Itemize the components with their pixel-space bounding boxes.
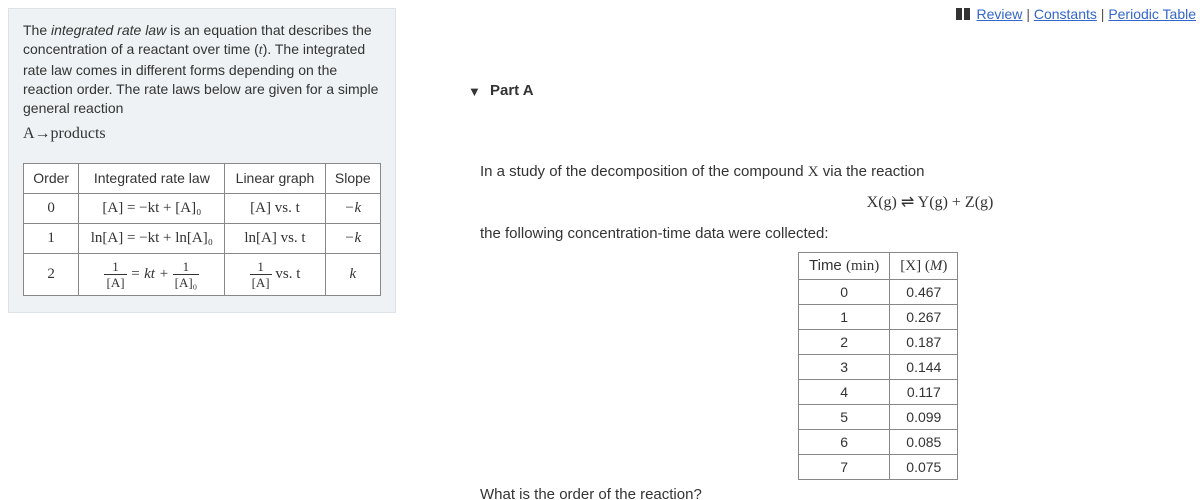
cell-law: 1[A] = kt + 1[A]₀ — [79, 253, 225, 295]
review-icon — [956, 7, 970, 23]
cell-order: 1 — [24, 223, 79, 253]
concentration-data-table: Time (min) [X] (M) 00.467 10.267 20.187 … — [798, 252, 958, 480]
cell-time: 7 — [799, 455, 890, 480]
periodic-table-link[interactable]: Periodic Table — [1108, 6, 1196, 22]
cell-slope: k — [325, 253, 380, 295]
part-collapse-toggle[interactable]: ▼ — [468, 84, 481, 99]
cell-order: 0 — [24, 193, 79, 223]
th-conc: [X] (M) — [890, 253, 958, 280]
cell-conc: 0.117 — [890, 380, 958, 405]
th-slope: Slope — [325, 164, 380, 194]
cell-conc: 0.187 — [890, 330, 958, 355]
cell-graph: 1[A] vs. t — [225, 253, 325, 295]
prompt-text: via the reaction — [819, 163, 925, 180]
cell-conc: 0.267 — [890, 305, 958, 330]
intro-italic-term: integrated rate law — [51, 22, 166, 38]
table-row: 2 1[A] = kt + 1[A]₀ 1[A] vs. t k — [24, 253, 381, 295]
rate-law-table: Order Integrated rate law Linear graph S… — [23, 163, 381, 296]
cell-time: 1 — [799, 305, 890, 330]
prompt-var-x: X — [808, 164, 819, 180]
th-graph: Linear graph — [225, 164, 325, 194]
review-link[interactable]: Review — [977, 6, 1023, 22]
intro-text: The integrated rate law is an equation t… — [23, 21, 381, 145]
cell-time: 5 — [799, 405, 890, 430]
constants-link[interactable]: Constants — [1034, 6, 1097, 22]
cell-conc: 0.467 — [890, 280, 958, 305]
prompt-text: In a study of the decomposition of the c… — [480, 163, 808, 180]
table-row: 50.099 — [799, 405, 958, 430]
cell-conc: 0.075 — [890, 455, 958, 480]
cell-time: 4 — [799, 380, 890, 405]
table-row: 40.117 — [799, 380, 958, 405]
cell-law: ln[A] = −kt + ln[A]₀ — [79, 223, 225, 253]
cell-graph: [A] vs. t — [225, 193, 325, 223]
cell-conc: 0.085 — [890, 430, 958, 455]
table-row: 10.267 — [799, 305, 958, 330]
intro-reaction: A→products — [23, 123, 381, 145]
th-law: Integrated rate law — [79, 164, 225, 194]
cell-conc: 0.144 — [890, 355, 958, 380]
cutoff-question: What is the order of the reaction? — [480, 486, 702, 500]
intro-panel: The integrated rate law is an equation t… — [8, 8, 396, 313]
cell-time: 6 — [799, 430, 890, 455]
cell-law: [A] = −kt + [A]₀ — [79, 193, 225, 223]
cell-graph: ln[A] vs. t — [225, 223, 325, 253]
prompt-reaction-equation: X(g) ⇌ Y(g) + Z(g) — [480, 190, 1180, 216]
cell-time: 2 — [799, 330, 890, 355]
cell-slope: −k — [325, 223, 380, 253]
table-row: 30.144 — [799, 355, 958, 380]
top-links-bar: Review | Constants | Periodic Table — [956, 6, 1196, 23]
table-row: 60.085 — [799, 430, 958, 455]
th-order: Order — [24, 164, 79, 194]
cell-time: 3 — [799, 355, 890, 380]
separator: | — [1026, 6, 1034, 22]
table-row: 0 [A] = −kt + [A]₀ [A] vs. t −k — [24, 193, 381, 223]
part-a-header: Part A — [490, 82, 534, 99]
table-row: 20.187 — [799, 330, 958, 355]
table-row: 70.075 — [799, 455, 958, 480]
cell-conc: 0.099 — [890, 405, 958, 430]
table-row: 00.467 — [799, 280, 958, 305]
prompt-text: the following concentration-time data we… — [480, 222, 1180, 246]
intro-text-part: The — [23, 22, 51, 38]
cell-slope: −k — [325, 193, 380, 223]
table-row: 1 ln[A] = −kt + ln[A]₀ ln[A] vs. t −k — [24, 223, 381, 253]
part-a-prompt: In a study of the decomposition of the c… — [480, 160, 1180, 246]
th-time: Time (min) — [799, 253, 890, 280]
cell-time: 0 — [799, 280, 890, 305]
cell-order: 2 — [24, 253, 79, 295]
